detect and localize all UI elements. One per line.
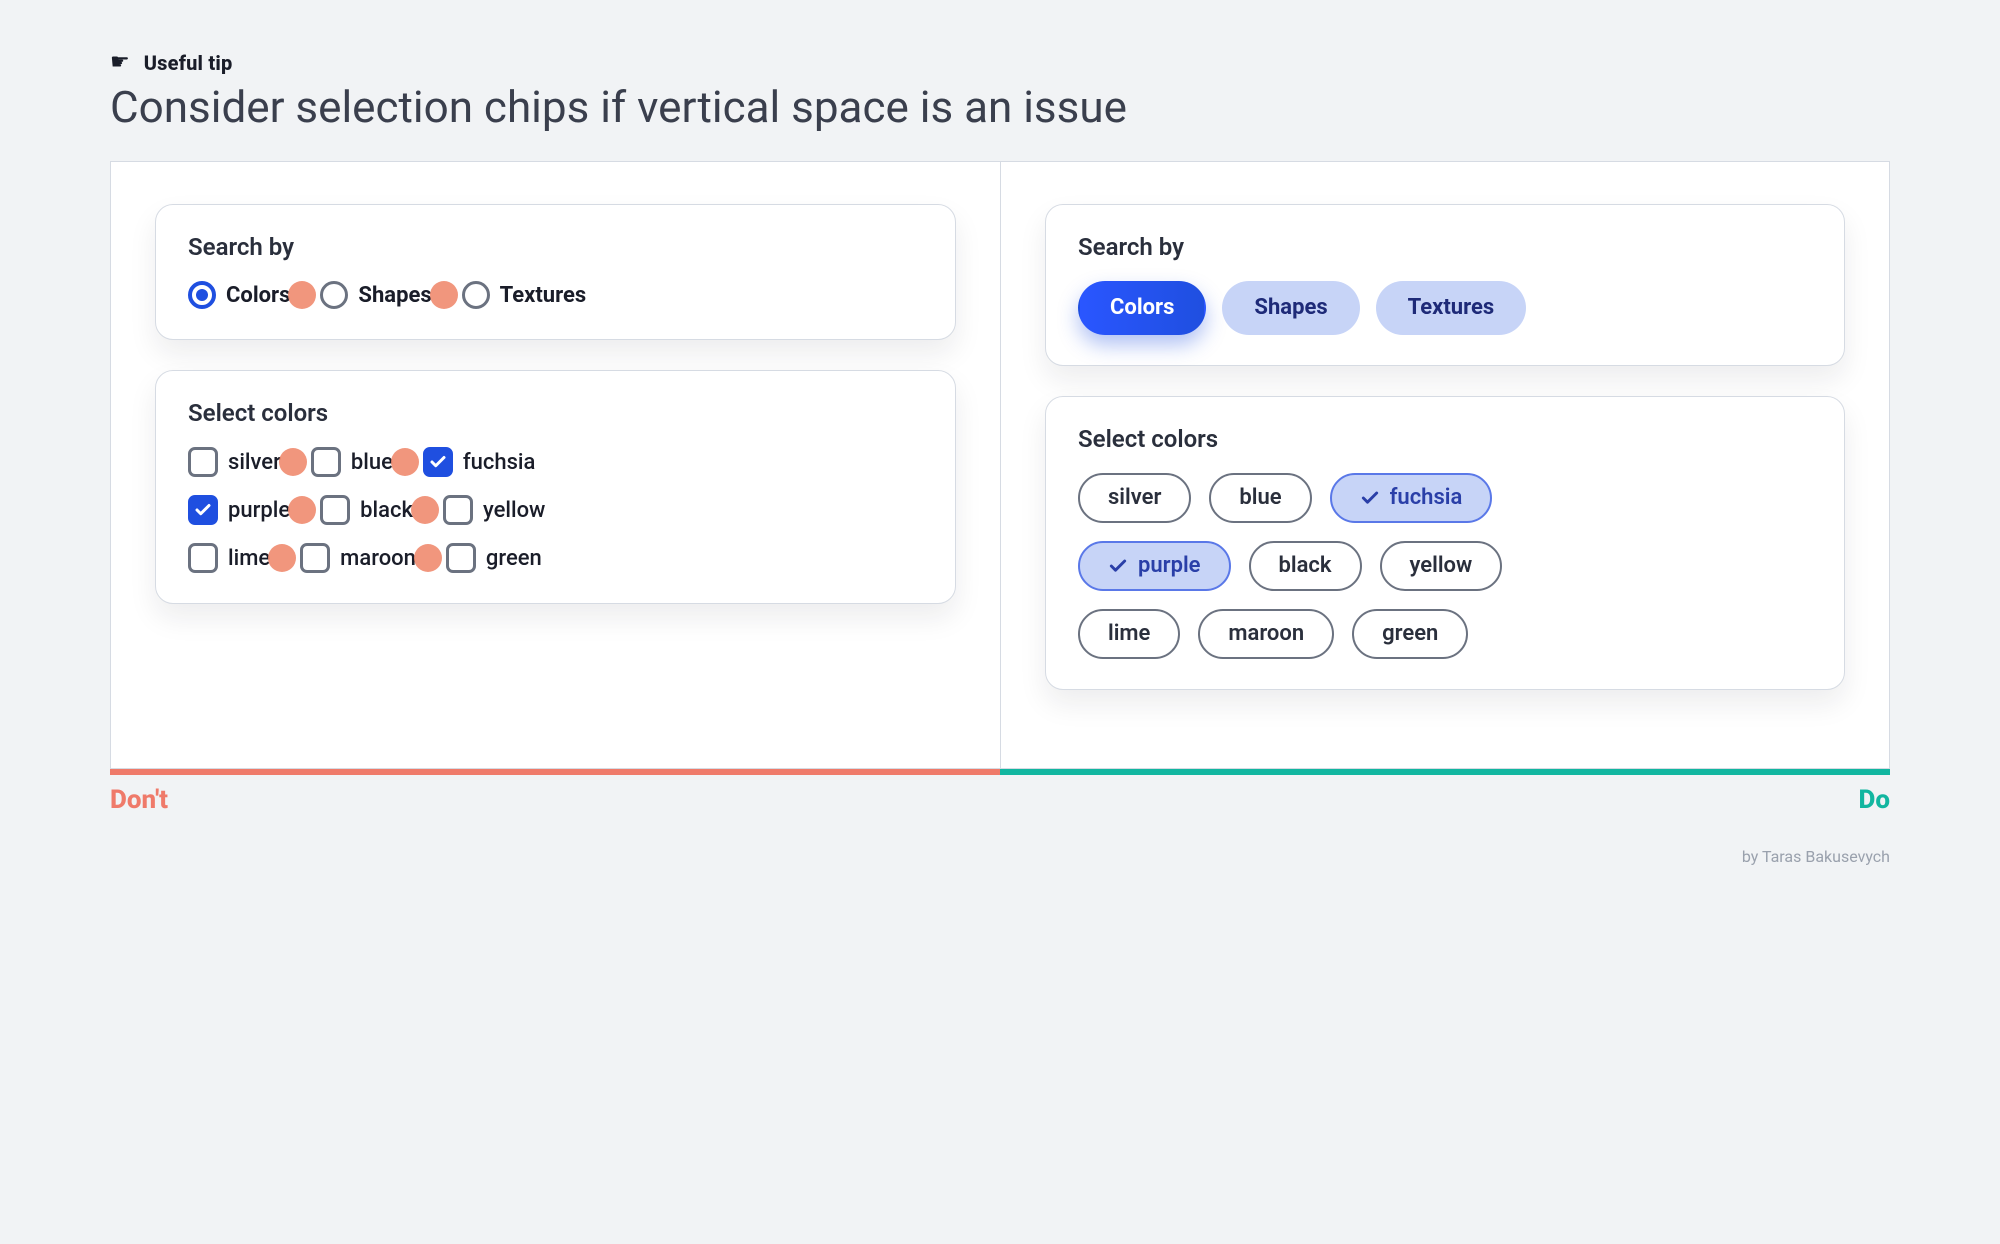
search-by-card-dont: Search by Colors Shapes Textures (155, 204, 956, 340)
bottom-bar: Don't Do (110, 769, 1890, 815)
checkbox-group: silver blue fuchsia purple black (188, 447, 923, 573)
checkbox-row: lime maroon green (188, 543, 923, 573)
radio-icon (462, 281, 490, 309)
tap-target-marker-icon (411, 496, 439, 524)
radio-option-textures[interactable]: Textures (462, 281, 587, 309)
checkbox-label: yellow (483, 498, 545, 523)
chip-row: lime maroon green (1078, 609, 1812, 659)
checkbox-blue[interactable] (311, 447, 341, 477)
dont-label-bar: Don't (110, 769, 1000, 815)
checkbox-lime[interactable] (188, 543, 218, 573)
chip-yellow[interactable]: yellow (1380, 541, 1503, 591)
do-label-bar: Do (1000, 769, 1890, 815)
tap-target-marker-icon (288, 496, 316, 524)
checkbox-row: purple black yellow (188, 495, 923, 525)
chip-purple[interactable]: purple (1078, 541, 1231, 591)
page-title: Consider selection chips if vertical spa… (110, 81, 1890, 133)
tap-target-marker-icon (268, 544, 296, 572)
comparison-frame: Search by Colors Shapes Textures S (110, 161, 1890, 769)
card-title: Search by (1078, 233, 1812, 261)
select-colors-card-do: Select colors silver blue fuchsia purple… (1045, 396, 1845, 690)
chip-group-search: Colors Shapes Textures (1078, 281, 1812, 335)
checkbox-green[interactable] (446, 543, 476, 573)
checkbox-row: silver blue fuchsia (188, 447, 923, 477)
tap-target-marker-icon (279, 448, 307, 476)
checkbox-label: maroon (340, 546, 416, 571)
checkbox-label: purple (228, 498, 290, 523)
checkbox-silver[interactable] (188, 447, 218, 477)
pointing-hand-icon: ☛ (110, 50, 130, 75)
checkbox-label: silver (228, 450, 281, 475)
radio-label: Colors (226, 283, 290, 308)
chip-textures[interactable]: Textures (1376, 281, 1527, 335)
dont-pane: Search by Colors Shapes Textures S (111, 162, 1000, 768)
chip-black[interactable]: black (1249, 541, 1362, 591)
checkbox-label: blue (351, 450, 393, 475)
tap-target-marker-icon (430, 281, 458, 309)
checkbox-label: lime (228, 546, 270, 571)
checkbox-label: fuchsia (463, 450, 536, 475)
card-title: Search by (188, 233, 923, 261)
chip-row: purple black yellow (1078, 541, 1812, 591)
dont-label: Don't (110, 775, 1000, 815)
checkbox-maroon[interactable] (300, 543, 330, 573)
checkbox-purple[interactable] (188, 495, 218, 525)
checkbox-fuchsia[interactable] (423, 447, 453, 477)
card-title: Select colors (1078, 425, 1812, 453)
chip-row: silver blue fuchsia (1078, 473, 1812, 523)
tap-target-marker-icon (414, 544, 442, 572)
radio-label: Textures (500, 283, 587, 308)
chip-maroon[interactable]: maroon (1198, 609, 1334, 659)
radio-icon (188, 281, 216, 309)
checkbox-black[interactable] (320, 495, 350, 525)
radio-group: Colors Shapes Textures (188, 281, 923, 309)
chip-label: fuchsia (1390, 487, 1463, 509)
tap-target-marker-icon (391, 448, 419, 476)
tip-row: ☛ Useful tip (110, 50, 1890, 75)
radio-icon (320, 281, 348, 309)
select-colors-card-dont: Select colors silver blue fuchsia purple (155, 370, 956, 604)
check-icon (1108, 556, 1128, 576)
chip-fuchsia[interactable]: fuchsia (1330, 473, 1493, 523)
tap-target-marker-icon (288, 281, 316, 309)
chip-green[interactable]: green (1352, 609, 1468, 659)
checkbox-label: black (360, 498, 413, 523)
do-label: Do (1000, 775, 1890, 815)
chip-lime[interactable]: lime (1078, 609, 1180, 659)
chip-label: purple (1138, 555, 1201, 577)
checkbox-yellow[interactable] (443, 495, 473, 525)
card-title: Select colors (188, 399, 923, 427)
attribution: by Taras Bakusevych (110, 847, 1890, 866)
chip-blue[interactable]: blue (1209, 473, 1311, 523)
checkbox-label: green (486, 546, 542, 571)
chip-shapes[interactable]: Shapes (1222, 281, 1359, 335)
radio-label: Shapes (358, 283, 431, 308)
chip-silver[interactable]: silver (1078, 473, 1191, 523)
chip-group-colors: silver blue fuchsia purple black yellow (1078, 473, 1812, 659)
radio-option-shapes[interactable]: Shapes (320, 281, 431, 309)
do-pane: Search by Colors Shapes Textures Select … (1000, 162, 1889, 768)
chip-colors[interactable]: Colors (1078, 281, 1206, 335)
search-by-card-do: Search by Colors Shapes Textures (1045, 204, 1845, 366)
tip-label: Useful tip (144, 51, 233, 75)
check-icon (1360, 488, 1380, 508)
radio-option-colors[interactable]: Colors (188, 281, 290, 309)
